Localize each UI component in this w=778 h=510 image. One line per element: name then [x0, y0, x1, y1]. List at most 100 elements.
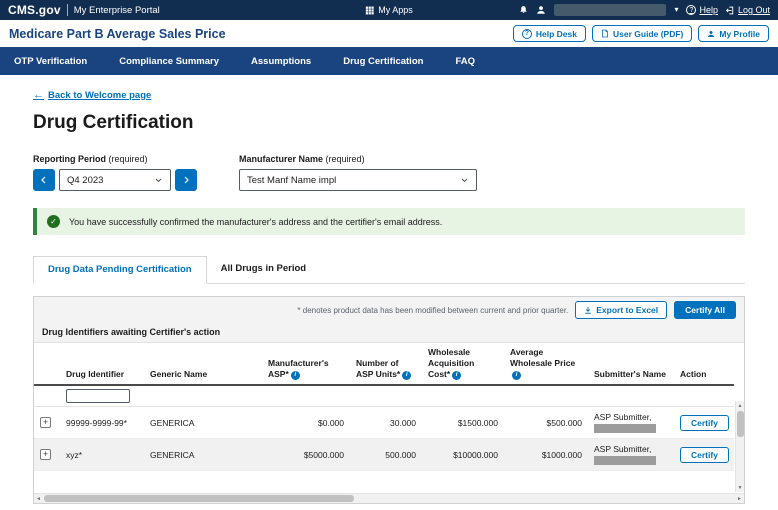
cell-manufacturers-asp: $5000.000: [262, 438, 350, 472]
filter-cell: [262, 385, 350, 408]
info-icon[interactable]: i: [452, 370, 462, 380]
scroll-left-arrow[interactable]: ◄: [34, 494, 43, 503]
document-icon: [601, 29, 609, 38]
manufacturer-select[interactable]: Test Manf Name impl: [239, 169, 477, 191]
manufacturer-label: Manufacturer Name (required): [239, 154, 477, 164]
cell-average-wholesale-price: $1000.000: [504, 438, 588, 472]
reporting-period-select[interactable]: Q4 2023: [59, 169, 171, 191]
tab-drug-data-pending-certification[interactable]: Drug Data Pending Certification: [33, 256, 207, 284]
info-icon[interactable]: i: [402, 370, 412, 380]
nav-item-faq[interactable]: FAQ: [455, 56, 475, 67]
manufacturer-value: Test Manf Name impl: [247, 174, 337, 186]
my-profile-button[interactable]: My Profile: [698, 25, 769, 42]
app-header: Medicare Part B Average Sales Price ? He…: [0, 20, 778, 47]
column-header-average-wholesale-price[interactable]: Average Wholesale Pricei: [504, 343, 588, 387]
reporting-period-value: Q4 2023: [67, 174, 104, 186]
nav-item-otp-verification[interactable]: OTP Verification: [14, 56, 87, 67]
reporting-period-field: Reporting Period (required) Q4 2023: [33, 154, 197, 191]
info-icon[interactable]: i: [290, 370, 300, 380]
filter-cell-drug-identifier: [60, 385, 144, 408]
notifications-bell-icon[interactable]: [519, 5, 528, 15]
top-utility-bar: CMS.gov My Enterprise Portal My Apps ▾ ?…: [0, 0, 778, 20]
certify-all-button[interactable]: Certify All: [674, 301, 736, 319]
cell-manufacturers-asp: $0.000: [262, 406, 350, 440]
nav-item-drug-certification[interactable]: Drug Certification: [343, 56, 423, 67]
drug-certification-table: Drug Identifier Generic Name Manufacture…: [34, 343, 734, 472]
user-guide-button[interactable]: User Guide (PDF): [592, 25, 693, 42]
cell-average-wholesale-price: $500.000: [504, 406, 588, 440]
help-desk-label: Help Desk: [535, 28, 577, 39]
user-avatar-icon[interactable]: [536, 5, 546, 15]
help-desk-question-icon: ?: [521, 28, 532, 39]
page-content: ← Back to Welcome page Drug Certificatio…: [0, 75, 778, 504]
cell-submitters-name: ASP Submitter,: [588, 438, 674, 472]
logout-icon: [725, 6, 735, 15]
horizontal-scrollbar-thumb[interactable]: [44, 495, 354, 502]
my-profile-label: My Profile: [719, 28, 760, 39]
export-to-excel-label: Export to Excel: [596, 305, 659, 315]
reporting-period-label: Reporting Period (required): [33, 154, 197, 164]
portal-name: My Enterprise Portal: [73, 4, 160, 16]
table-row: + xyz* GENERICA $5000.000 500.000 $10000…: [34, 438, 734, 472]
cell-submitters-name: ASP Submitter,: [588, 406, 674, 440]
my-apps-label: My Apps: [378, 5, 413, 15]
info-icon[interactable]: i: [512, 370, 521, 380]
download-icon: [584, 306, 592, 315]
tab-all-drugs-in-period[interactable]: All Drugs in Period: [207, 256, 321, 283]
redacted-username: [554, 4, 667, 16]
help-question-icon: ?: [686, 5, 697, 15]
vertical-scrollbar[interactable]: ▲ ▼: [735, 401, 744, 492]
column-header-drug-identifier[interactable]: Drug Identifier: [60, 343, 144, 387]
column-header-wholesale-acquisition-cost[interactable]: Wholesale Acquisition Cost* i: [422, 343, 504, 387]
column-header-generic-name[interactable]: Generic Name: [144, 343, 262, 387]
my-apps-menu[interactable]: My Apps: [365, 5, 413, 15]
previous-period-button[interactable]: [33, 169, 55, 191]
filter-cell: [674, 385, 734, 408]
back-link-label: Back to Welcome page: [48, 89, 152, 101]
expander-column-header: [34, 343, 60, 387]
filter-cell: [422, 385, 504, 408]
cms-logo[interactable]: CMS.gov: [8, 3, 61, 17]
scroll-down-arrow[interactable]: ▼: [736, 483, 744, 492]
back-to-welcome-link[interactable]: ← Back to Welcome page: [33, 89, 151, 101]
filter-cell: [588, 385, 674, 408]
cell-wholesale-acquisition-cost: $1500.000: [422, 406, 504, 440]
horizontal-scrollbar[interactable]: ◄ ►: [34, 493, 744, 503]
manufacturer-field: Manufacturer Name (required) Test Manf N…: [239, 154, 477, 191]
table-caption: Drug Identifiers awaiting Certifier's ac…: [34, 323, 744, 343]
next-period-button[interactable]: [175, 169, 197, 191]
column-header-number-of-asp-units[interactable]: Number of ASP Units* i: [350, 343, 422, 387]
certify-button[interactable]: Certify: [680, 414, 729, 431]
submitter-name-text: ASP Submitter,: [594, 412, 652, 423]
chevron-down-icon: [460, 176, 469, 184]
success-alert-message: You have successfully confirmed the manu…: [69, 216, 443, 227]
modified-data-footnote: * denotes product data has been modified…: [297, 305, 569, 315]
drug-identifier-filter-input[interactable]: [66, 389, 130, 404]
logout-label: Log Out: [737, 5, 770, 15]
vertical-scrollbar-thumb[interactable]: [737, 411, 744, 437]
scroll-up-arrow[interactable]: ▲: [736, 401, 744, 410]
filter-cell-empty: [34, 385, 60, 408]
column-header-manufacturers-asp[interactable]: Manufacturer's ASP* i: [262, 343, 350, 387]
help-desk-button[interactable]: ? Help Desk: [512, 25, 586, 42]
expand-row-button[interactable]: +: [40, 449, 51, 461]
scroll-right-arrow[interactable]: ►: [735, 494, 744, 503]
expand-row-button[interactable]: +: [40, 417, 51, 429]
logout-link[interactable]: Log Out: [725, 5, 770, 15]
export-to-excel-button[interactable]: Export to Excel: [575, 301, 668, 319]
user-guide-label: User Guide (PDF): [613, 28, 684, 39]
certify-button[interactable]: Certify: [680, 446, 729, 463]
filter-cell: [504, 385, 588, 408]
column-header-submitters-name[interactable]: Submitter's Name: [588, 343, 674, 387]
filter-form: Reporting Period (required) Q4 2023 Manu…: [33, 154, 745, 191]
cell-drug-identifier: 99999-9999-99*: [60, 406, 144, 440]
cell-generic-name: GENERICA: [144, 438, 262, 472]
cell-generic-name: GENERICA: [144, 406, 262, 440]
help-link[interactable]: ? Help: [686, 5, 718, 15]
user-menu-caret-icon[interactable]: ▾: [674, 6, 678, 14]
redacted-submitter-name: [594, 456, 656, 466]
reporting-period-label-text: Reporting Period: [33, 154, 107, 164]
nav-item-compliance-summary[interactable]: Compliance Summary: [119, 56, 219, 67]
nav-item-assumptions[interactable]: Assumptions: [251, 56, 311, 67]
number-of-asp-units-label: Number of ASP Units*: [356, 358, 401, 380]
